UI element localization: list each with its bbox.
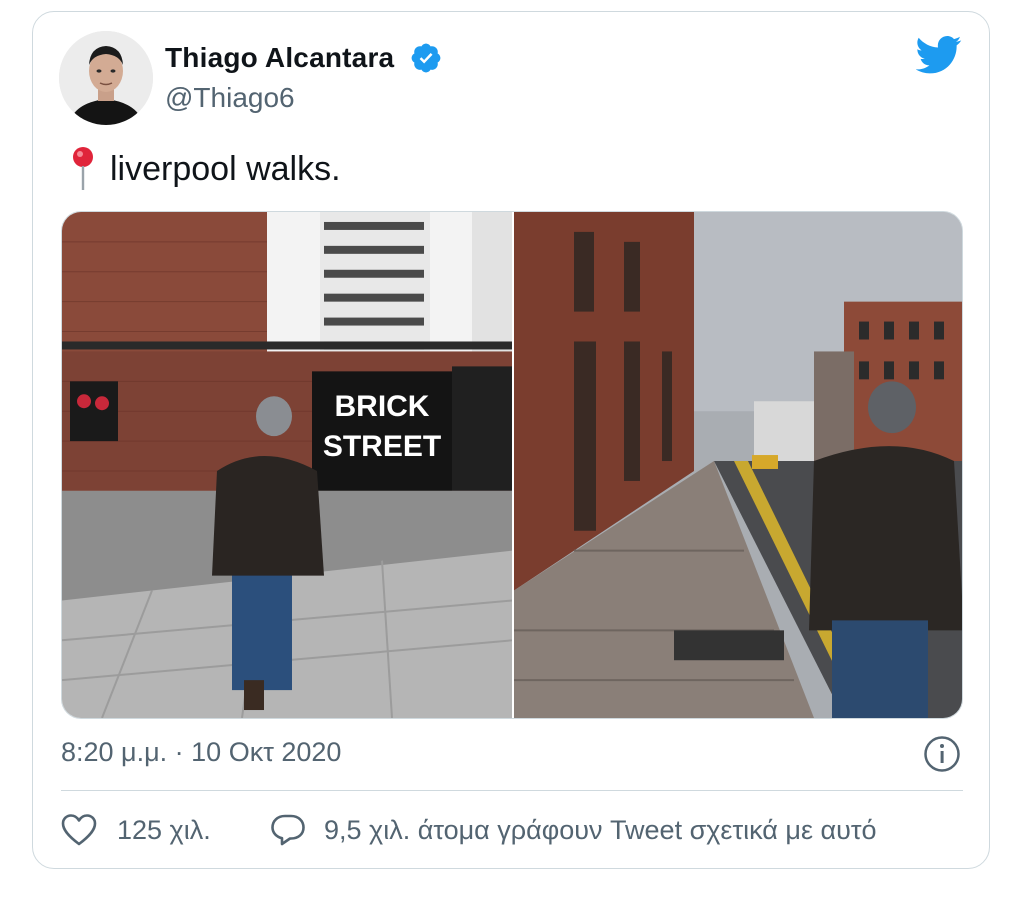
round-pushpin-icon: [73, 147, 93, 190]
sign-line-2: STREET: [323, 430, 441, 463]
like-count: 125 χιλ.: [117, 814, 211, 845]
speech-bubble-icon: [271, 814, 305, 846]
tweet-timestamp[interactable]: 8:20 μ.μ. · 10 Οκτ 2020: [61, 737, 341, 768]
like-button[interactable]: 125 χιλ.: [61, 813, 211, 847]
author-avatar[interactable]: [59, 31, 153, 125]
sign-line-1: BRICK: [335, 390, 430, 423]
divider: [61, 790, 963, 791]
tweet-body: liverpool walks.: [110, 149, 341, 188]
info-icon[interactable]: [923, 735, 961, 773]
author-handle[interactable]: @Thiago6: [165, 82, 295, 114]
tweet-text: liverpool walks.: [70, 146, 341, 192]
author-name[interactable]: Thiago Alcantara: [165, 42, 394, 74]
photo-left[interactable]: BRICK STREET: [62, 212, 512, 718]
conversation-link[interactable]: 9,5 χιλ. άτομα γράφουν Tweet σχετικά με …: [270, 813, 877, 847]
conversation-text: 9,5 χιλ. άτομα γράφουν Tweet σχετικά με …: [324, 814, 877, 845]
photo-right[interactable]: [514, 212, 962, 718]
heart-icon: [61, 814, 97, 846]
tweet-media[interactable]: BRICK STREET: [61, 211, 963, 719]
verified-badge-icon: [411, 43, 441, 73]
twitter-bird-icon[interactable]: [916, 35, 962, 75]
